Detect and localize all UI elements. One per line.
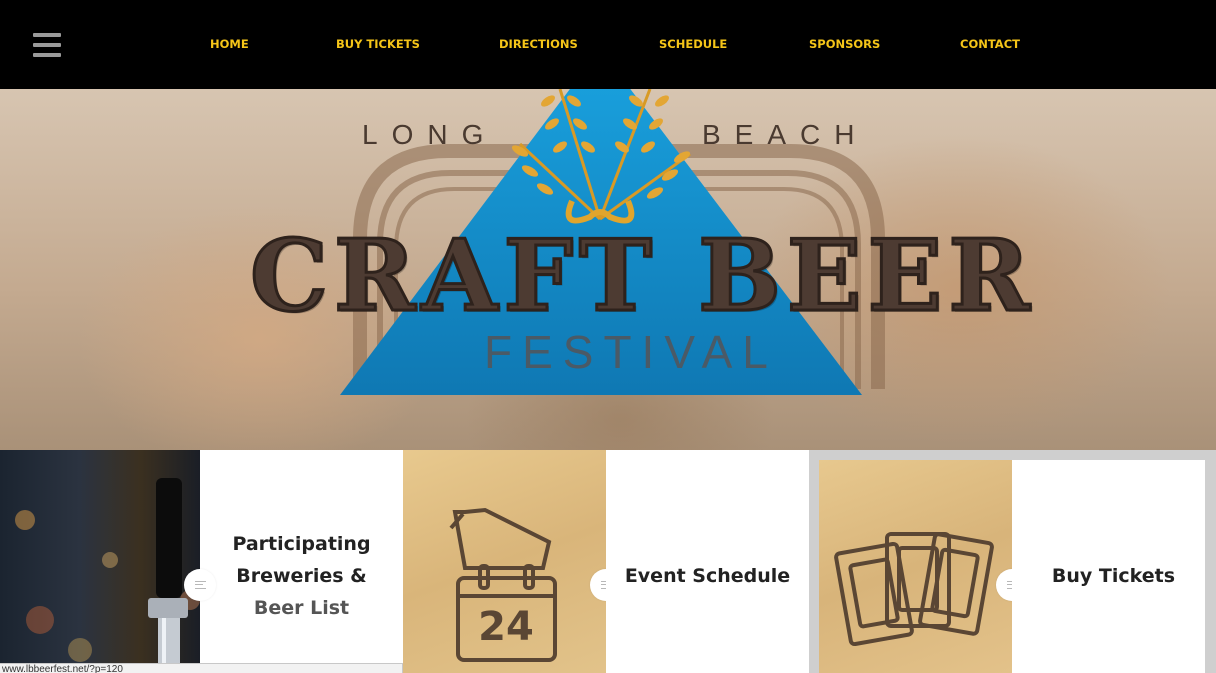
browser-status-url: www.lbbeerfest.net/?p=120 [0,663,403,673]
event-schedule-label: Event Schedule [624,565,791,587]
text-lines-icon [184,569,216,601]
nav-home[interactable]: HOME [210,37,249,51]
tickets-tile-image[interactable] [809,450,1012,673]
logo-craft-beer: CRAFT BEER [249,218,1036,336]
nav-sponsors[interactable]: SPONSORS [809,37,880,51]
event-schedule-tile[interactable]: Event Schedule [606,450,809,673]
beer-tap-image [0,450,200,673]
hero-banner: LONG BEACH CRAFT BEER FESTIVAL [0,89,1216,450]
calendar-day-number: 24 [478,604,534,650]
buy-tickets-tile[interactable]: Buy Tickets [1012,450,1216,673]
logo-long: LONG [362,119,498,150]
nav-directions[interactable]: DIRECTIONS [499,37,578,51]
logo-festival: FESTIVAL [484,326,778,378]
tickets-icon [834,532,994,647]
nav-schedule[interactable]: SCHEDULE [659,37,727,51]
buy-tickets-label: Buy Tickets [1051,565,1176,587]
nav-buy-tickets[interactable]: BUY TICKETS [336,37,420,51]
calendar-tile-image[interactable]: 24 [403,450,606,673]
breweries-label-line3: Beer List [253,597,350,619]
top-navigation-bar: HOME BUY TICKETS DIRECTIONS SCHEDULE SPO… [0,0,1216,89]
calendar-icon: 24 [449,507,557,662]
breweries-label: Participating Breweries & Beer List [200,528,403,624]
breweries-label-line2: Breweries & [236,565,367,587]
breweries-tile[interactable]: Participating Breweries & Beer List [200,450,403,673]
hamburger-menu-icon[interactable] [33,33,61,57]
nav-contact[interactable]: CONTACT [960,37,1020,51]
beer-tap-icon [15,478,200,673]
logo-beach: BEACH [702,119,869,150]
breweries-label-line1: Participating [232,533,371,555]
